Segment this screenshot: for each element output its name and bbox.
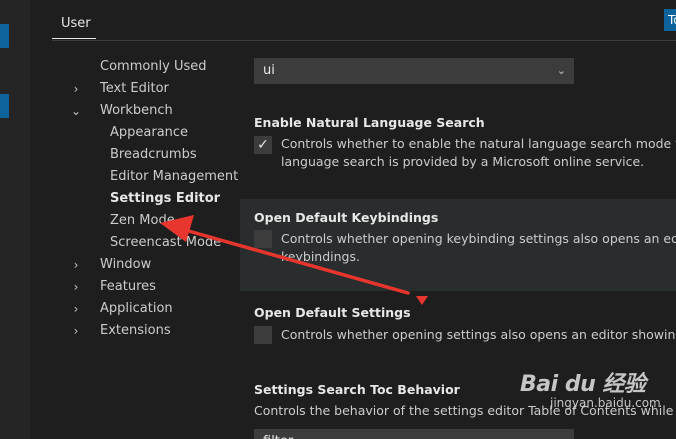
- toc-item-label: Appearance: [110, 125, 189, 140]
- setting-title: Open Default Keybindings: [254, 210, 439, 225]
- setting-natural-language-search: Enable Natural Language Search ✓ Control…: [240, 105, 676, 181]
- dropdown-value: ui: [263, 63, 275, 78]
- chevron-right-icon: ›: [73, 258, 79, 272]
- toc-item-label: Text Editor: [100, 81, 169, 96]
- toc-item-label: Extensions: [100, 323, 171, 338]
- watermark-url: jingyan.baidu.com: [550, 396, 661, 410]
- setting-open-default-settings: Open Default Settings Controls whether o…: [240, 295, 676, 355]
- setting-title: Enable Natural Language Search: [254, 115, 485, 130]
- toc-item-label: Screencast Mode: [110, 235, 222, 250]
- setting-open-default-keybindings: Open Default Keybindings Controls whethe…: [240, 199, 676, 291]
- activity-indicator[interactable]: [0, 24, 9, 48]
- natural-language-checkbox[interactable]: ✓: [254, 136, 272, 154]
- toc-item-label: Application: [100, 301, 173, 316]
- toc-item-label: Zen Mode: [110, 213, 175, 228]
- check-icon: ✓: [257, 137, 269, 153]
- default-settings-checkbox[interactable]: [254, 326, 272, 344]
- toc-item-label: Editor Management: [110, 169, 239, 184]
- tab-workspace[interactable]: To: [664, 9, 676, 31]
- watermark: Bai du 经验 jingyan.baidu.com: [520, 366, 661, 410]
- setting-desc: keybindings.: [281, 249, 360, 264]
- setting-desc: Controls whether opening settings also o…: [281, 327, 676, 342]
- setting-desc: Controls whether to enable the natural l…: [281, 136, 676, 151]
- toc-item-label: Workbench: [100, 103, 173, 118]
- chevron-right-icon: ›: [73, 302, 79, 316]
- toc-item-label: Breadcrumbs: [110, 147, 197, 162]
- tab-user[interactable]: User: [52, 9, 96, 39]
- toc-item-label: Commonly Used: [100, 59, 207, 74]
- settings-tabbar: [30, 0, 676, 41]
- chevron-down-icon: ⌄: [70, 104, 82, 118]
- setting-title: Settings Search Toc Behavior: [254, 382, 460, 397]
- toc-item-label: Settings Editor: [110, 191, 221, 206]
- setting-desc: Controls whether opening keybinding sett…: [281, 231, 676, 246]
- toc-item-label: Features: [100, 279, 156, 294]
- default-keybindings-checkbox[interactable]: [254, 230, 272, 248]
- watermark-logo: Bai du 经验: [520, 372, 646, 397]
- toc-item-label: Window: [100, 257, 152, 272]
- activity-bar: [0, 0, 30, 439]
- chevron-right-icon: ›: [73, 324, 79, 338]
- dropdown-value: filter: [263, 434, 293, 439]
- dropdown-select[interactable]: ui ⌄: [254, 58, 574, 84]
- toc-behavior-dropdown[interactable]: filter: [254, 429, 574, 439]
- chevron-right-icon: ›: [73, 280, 79, 294]
- activity-indicator[interactable]: [0, 94, 9, 118]
- chevron-down-icon: ⌄: [556, 64, 566, 77]
- setting-desc: language search is provided by a Microso…: [281, 154, 645, 169]
- chevron-right-icon: ›: [73, 82, 79, 96]
- setting-title: Open Default Settings: [254, 305, 411, 320]
